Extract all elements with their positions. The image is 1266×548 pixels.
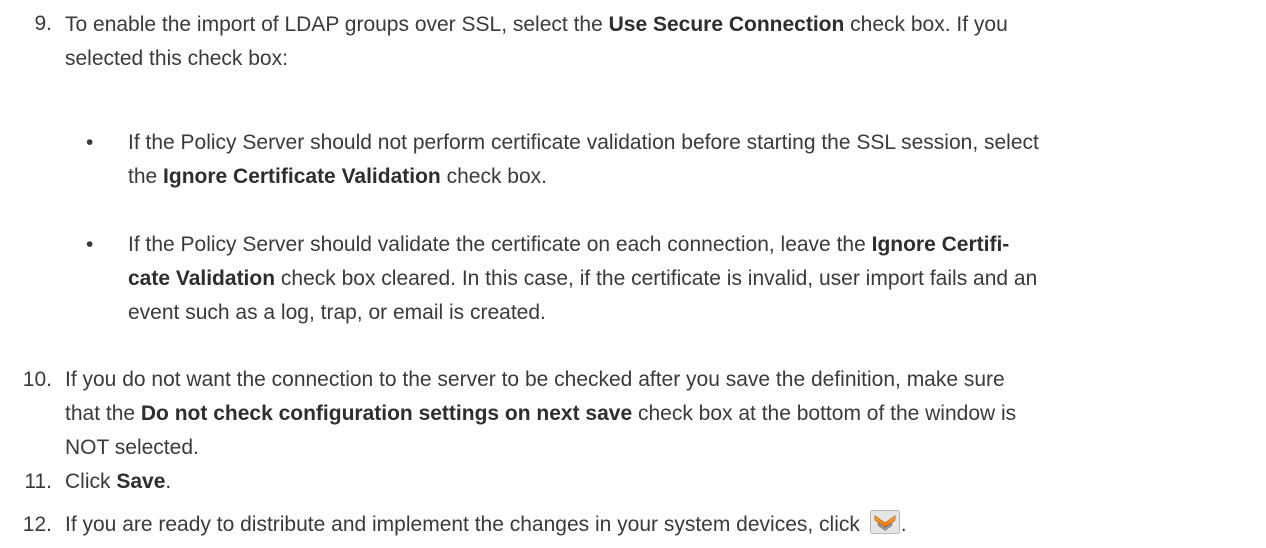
bullet-text: If the Policy Server should not perform …	[128, 126, 1258, 194]
deploy-chevron-icon[interactable]	[869, 510, 900, 535]
bullet-text: If the Policy Server should validate the…	[128, 228, 1258, 330]
text-line: NOT selected.	[65, 436, 199, 459]
text-line: event such as a log, trap, or email is c…	[128, 301, 546, 324]
text-line: that the Do not check configuration sett…	[65, 402, 1017, 425]
text-line: cate Validation check box cleared. In th…	[128, 267, 1038, 290]
step-number: 11.	[24, 470, 52, 493]
step-text: If you are ready to distribute and imple…	[65, 508, 1255, 542]
bullet-marker: •	[86, 131, 94, 154]
text-line: Click Save.	[65, 470, 172, 493]
text-line: To enable the import of LDAP groups over…	[65, 13, 1008, 36]
text-line: If you are ready to distribute and imple…	[65, 508, 1255, 542]
step-text: Click Save.	[65, 465, 1255, 499]
text-line: selected this check box:	[65, 47, 288, 70]
step-text: If you do not want the connection to the…	[65, 363, 1255, 465]
text-line: If you do not want the connection to the…	[65, 368, 1005, 391]
step-text: To enable the import of LDAP groups over…	[65, 8, 1255, 76]
text-line: If the Policy Server should validate the…	[128, 233, 1010, 256]
step-number: 12.	[22, 513, 52, 536]
step-number: 10.	[22, 368, 52, 391]
text-line: the Ignore Certificate Validation check …	[128, 165, 547, 188]
step-number: 9.	[34, 12, 52, 35]
bullet-marker: •	[86, 233, 94, 256]
text-line: If the Policy Server should not perform …	[128, 131, 1039, 154]
